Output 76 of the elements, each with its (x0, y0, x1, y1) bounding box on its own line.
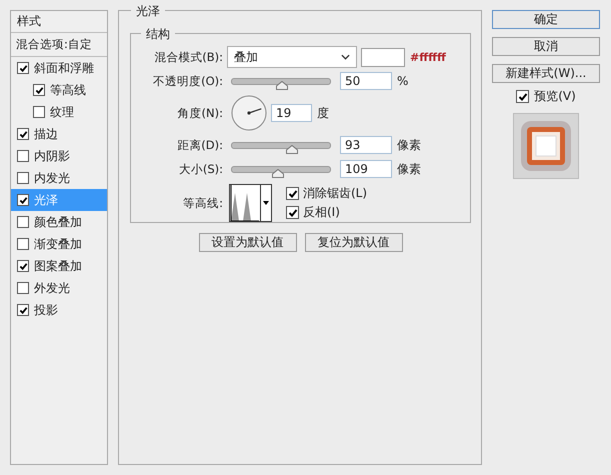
field-label: 等高线: (182, 196, 224, 210)
default-button[interactable]: 设置为默认值 (198, 233, 296, 252)
unit-label: 像素 (397, 136, 421, 154)
field-label: 角度(N): (176, 106, 224, 120)
checkbox[interactable] (33, 84, 45, 96)
option-label: 反相(I) (303, 204, 340, 221)
action-button[interactable]: 确定 (492, 10, 600, 29)
slider-thumb[interactable] (272, 168, 284, 178)
style-label: 纹理 (50, 104, 74, 120)
blend-mode-dropdown[interactable]: 叠加 (227, 46, 357, 68)
style-label: 颜色叠加 (34, 214, 82, 230)
color-swatch[interactable] (361, 48, 405, 66)
style-list-item[interactable]: 内发光 (11, 167, 107, 189)
field-label: 不透明度(O): (152, 74, 224, 88)
field-label: 混合模式(B): (153, 50, 224, 64)
style-list-item[interactable]: 渐变叠加 (11, 233, 107, 255)
blending-options-item[interactable]: 混合选项:自定 (11, 33, 107, 57)
checkbox[interactable] (17, 194, 29, 206)
style-list-item[interactable]: 投影 (11, 299, 107, 321)
checkbox[interactable] (17, 282, 29, 294)
chevron-down-icon (341, 54, 350, 60)
checkbox[interactable] (17, 238, 29, 250)
unit-label: 度 (317, 104, 329, 122)
checkbox[interactable] (516, 90, 530, 103)
style-list-item[interactable]: 外发光 (11, 277, 107, 299)
value-input[interactable]: 109 (340, 160, 392, 178)
style-list-item[interactable]: 纹理 (11, 101, 107, 123)
checkbox[interactable] (17, 304, 29, 316)
default-button[interactable]: 复位为默认值 (304, 233, 402, 252)
style-label: 斜面和浮雕 (34, 60, 94, 76)
style-list-item[interactable]: 颜色叠加 (11, 211, 107, 233)
checkbox[interactable] (17, 62, 29, 74)
style-list-item[interactable]: 斜面和浮雕 (11, 57, 107, 79)
checkbox[interactable] (286, 187, 299, 200)
style-label: 内发光 (34, 170, 70, 186)
action-button[interactable]: 取消 (492, 37, 600, 56)
checkbox[interactable] (33, 106, 45, 118)
style-preview-drawing (519, 119, 573, 173)
field-label: 距离(D): (176, 138, 224, 152)
style-label: 等高线 (50, 82, 86, 98)
caret-down-icon (263, 201, 269, 205)
style-label: 描边 (34, 126, 58, 142)
styles-heading: 样式 (11, 11, 107, 33)
style-label: 图案叠加 (34, 258, 82, 274)
slider-thumb[interactable] (286, 144, 298, 154)
unit-label: % (397, 74, 408, 88)
contour-picker[interactable] (229, 184, 272, 222)
unit-label: 像素 (397, 160, 421, 178)
style-list-item[interactable]: 内阴影 (11, 145, 107, 167)
angle-input[interactable]: 19 (271, 104, 312, 122)
option-label: 消除锯齿(L) (303, 185, 368, 202)
style-list-item[interactable]: 图案叠加 (11, 255, 107, 277)
style-label: 内阴影 (34, 148, 70, 164)
angle-dial[interactable] (231, 95, 267, 131)
style-label: 光泽 (34, 192, 58, 208)
checkbox[interactable] (17, 216, 29, 228)
action-button[interactable]: 新建样式(W)... (492, 64, 600, 83)
slider-thumb[interactable] (276, 80, 288, 90)
checkbox[interactable] (17, 260, 29, 272)
value-input[interactable]: 50 (340, 72, 392, 90)
preview-label: 预览(V) (534, 88, 576, 105)
style-label: 投影 (34, 302, 58, 318)
value-input[interactable]: 93 (340, 136, 392, 154)
contour-curve-icon (230, 185, 260, 221)
color-hex-label: #ffffff (410, 50, 446, 64)
checkbox[interactable] (17, 150, 29, 162)
style-label: 渐变叠加 (34, 236, 82, 252)
group-title: 结构 (141, 26, 175, 43)
checkbox[interactable] (17, 128, 29, 140)
checkbox[interactable] (286, 206, 299, 219)
panel-title: 光泽 (131, 3, 165, 20)
style-list-item[interactable]: 等高线 (11, 79, 107, 101)
style-list-item[interactable]: 描边 (11, 123, 107, 145)
field-label: 大小(S): (178, 162, 224, 176)
style-label: 外发光 (34, 280, 70, 296)
checkbox[interactable] (17, 172, 29, 184)
